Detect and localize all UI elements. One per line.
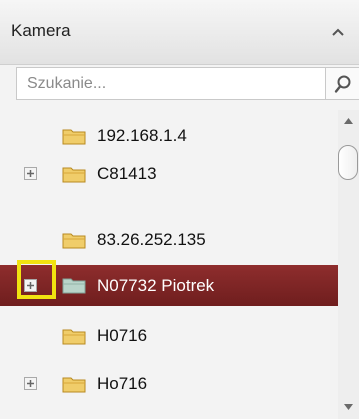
folder-icon [62,167,86,183]
tree-item-label: 192.168.1.4 [97,126,187,145]
tree-item-192-168-1-4[interactable]: 192.168.1.4 [0,117,338,155]
folder-icon [62,329,86,345]
vertical-scrollbar[interactable] [338,110,359,419]
tree-item-ho716[interactable]: Ho716 [0,365,338,403]
search-box [16,67,359,100]
search-input[interactable] [17,68,325,99]
expander-highlight-box [17,260,56,299]
tree-item-label: 83.26.252.135 [97,230,206,249]
tree-item-label: C81413 [97,164,157,183]
camera-panel: Kamera 192.168.1.4 [0,0,359,419]
panel-header[interactable]: Kamera [0,0,359,65]
search-button[interactable] [325,68,359,99]
search-icon [334,75,351,93]
tree-item-c81413[interactable]: C81413 [0,155,338,193]
folder-icon [62,278,86,294]
tree-item-83-26-252-135[interactable]: 83.26.252.135 [0,221,338,259]
expand-icon[interactable] [24,377,37,390]
folder-icon [62,233,86,249]
tree-item-label: H0716 [97,326,148,345]
panel-title: Kamera [11,21,71,40]
tree-item-label: N07732 Piotrek [97,276,215,295]
tree-item-label: Ho716 [97,374,148,393]
folder-icon [62,129,86,145]
scrollbar-thumb[interactable] [338,145,358,180]
expand-icon[interactable] [24,167,37,180]
scroll-down-arrow-icon[interactable] [344,404,353,410]
tree-item-h0716[interactable]: H0716 [0,317,338,355]
scroll-up-arrow-icon[interactable] [344,118,353,124]
folder-icon [62,377,86,393]
chevron-up-icon[interactable] [330,26,346,38]
